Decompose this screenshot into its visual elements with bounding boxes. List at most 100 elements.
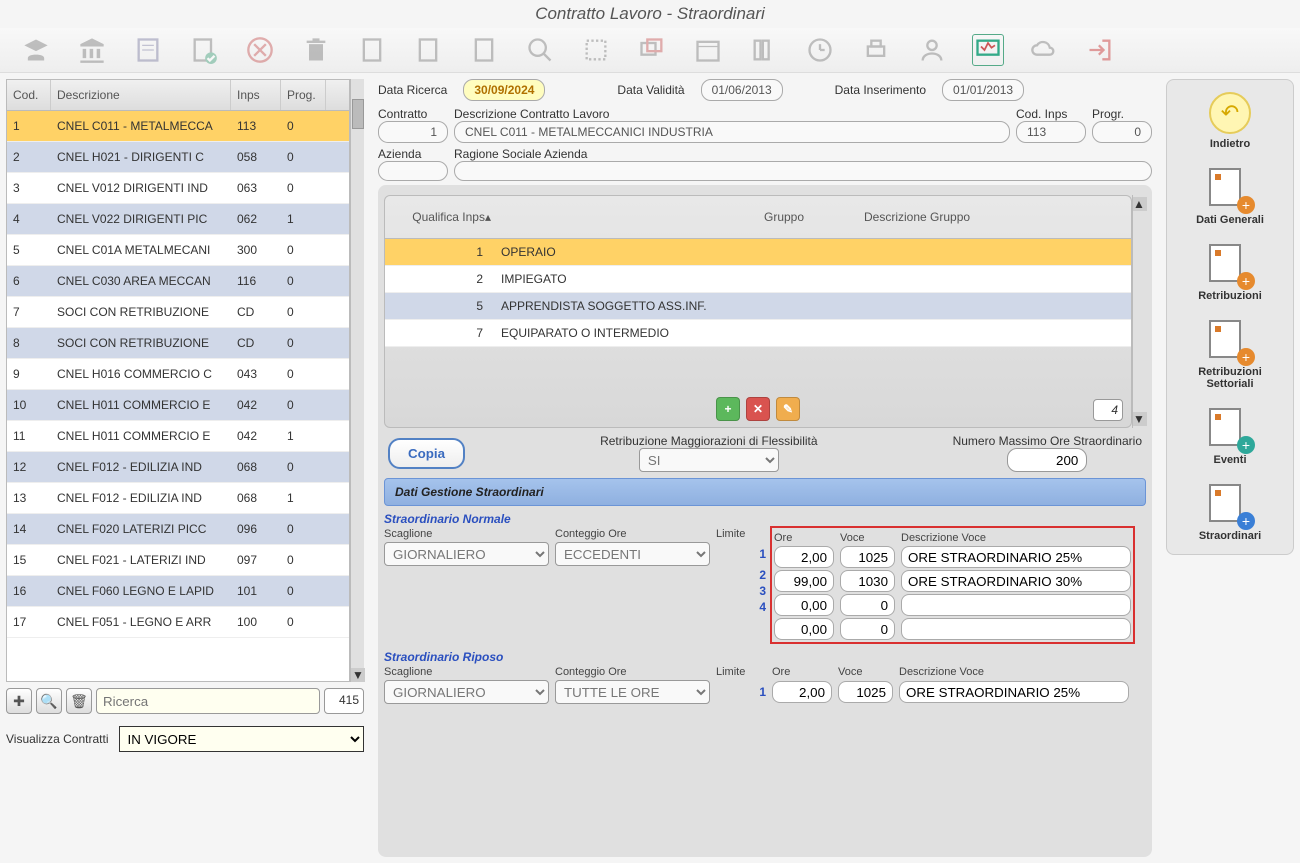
table-row[interactable]: 10CNEL H011 COMMERCIO E0420 — [7, 390, 349, 421]
voce-input-3[interactable] — [840, 594, 895, 616]
ore-input-4[interactable] — [774, 618, 834, 640]
table-row[interactable]: 4CNEL V022 DIRIGENTI PIC0621 — [7, 204, 349, 235]
table-row[interactable]: 7SOCI CON RETRIBUZIONECD0 — [7, 297, 349, 328]
max-ore-input[interactable] — [1007, 448, 1087, 472]
calendar-icon[interactable] — [692, 34, 724, 66]
table-row[interactable]: 2CNEL H021 - DIRIGENTI C0580 — [7, 142, 349, 173]
windows-icon[interactable] — [636, 34, 668, 66]
table-row[interactable]: 6CNEL C030 AREA MECCAN1160 — [7, 266, 349, 297]
doc2-icon[interactable] — [412, 34, 444, 66]
limite-4: 4 — [716, 600, 766, 614]
search-input[interactable] — [96, 688, 320, 714]
check-doc-icon[interactable] — [188, 34, 220, 66]
limite-2: 2 — [716, 568, 766, 582]
qual-row[interactable]: 1OPERAIO — [385, 239, 1131, 266]
col-prog[interactable]: Prog. — [281, 80, 326, 110]
voce-input-2[interactable] — [840, 570, 895, 592]
nav-retribuzioni-settoriali[interactable]: + RetribuzioniSettoriali — [1198, 320, 1262, 390]
table-row[interactable]: 15CNEL F021 - LATERIZI IND0970 — [7, 545, 349, 576]
desc-voce-input-1[interactable] — [901, 546, 1131, 568]
col-inps[interactable]: Inps — [231, 80, 281, 110]
nav-straordinari[interactable]: + Straordinari — [1199, 484, 1261, 542]
viz-select[interactable]: IN VIGORE — [119, 726, 365, 752]
printer-icon[interactable] — [860, 34, 892, 66]
table-row[interactable]: 5CNEL C01A METALMECANI3000 — [7, 235, 349, 266]
rip-desc-1[interactable] — [899, 681, 1129, 703]
table-row[interactable]: 8SOCI CON RETRIBUZIONECD0 — [7, 328, 349, 359]
scrollbar[interactable]: ▼ — [350, 79, 364, 682]
nav-back[interactable]: ↶ Indietro — [1209, 92, 1251, 150]
clock-icon[interactable] — [804, 34, 836, 66]
cloud-icon[interactable] — [1028, 34, 1060, 66]
scaglione-select[interactable]: GIORNALIERO — [384, 542, 549, 566]
progr-label: Progr. — [1092, 107, 1152, 121]
contratto-label: Contratto — [378, 107, 448, 121]
table-row[interactable]: 9CNEL H016 COMMERCIO C0430 — [7, 359, 349, 390]
conteggio-select[interactable]: ECCEDENTI — [555, 542, 710, 566]
qual-row[interactable]: 5APPRENDISTA SOGGETTO ASS.INF. — [385, 293, 1131, 320]
qual-scrollbar[interactable]: ▲ ▼ — [1132, 195, 1146, 428]
desc-contratto-label: Descrizione Contratto Lavoro — [454, 107, 1010, 121]
doc1-icon[interactable] — [356, 34, 388, 66]
desc-voce-input-3[interactable] — [901, 594, 1131, 616]
table-row[interactable]: 17CNEL F051 - LEGNO E ARR1000 — [7, 607, 349, 638]
conteggio-rip-select[interactable]: TUTTE LE ORE — [555, 680, 710, 704]
table-row[interactable]: 13CNEL F012 - EDILIZIA IND0681 — [7, 483, 349, 514]
remove-row-button[interactable]: ✕ — [746, 397, 770, 421]
contratto-num: 1 — [378, 121, 448, 143]
nav-eventi[interactable]: + Eventi — [1209, 408, 1251, 466]
ore-input-2[interactable] — [774, 570, 834, 592]
ore-input-3[interactable] — [774, 594, 834, 616]
add-row-button[interactable]: + — [716, 397, 740, 421]
group-icon[interactable] — [580, 34, 612, 66]
desc-contratto-field: CNEL C011 - METALMECCANICI INDUSTRIA — [454, 121, 1010, 143]
col-cod[interactable]: Cod. — [7, 80, 51, 110]
add-button[interactable]: ✚ — [6, 688, 32, 714]
col-desc-gruppo[interactable]: Descrizione Gruppo — [858, 204, 1123, 230]
bank-icon[interactable] — [76, 34, 108, 66]
page-title: Contratto Lavoro - Straordinari — [0, 0, 1300, 28]
scaglione-rip-select[interactable]: GIORNALIERO — [384, 680, 549, 704]
desc-voce-input-4[interactable] — [901, 618, 1131, 640]
table-row[interactable]: 3CNEL V012 DIRIGENTI IND0630 — [7, 173, 349, 204]
col-gruppo[interactable]: Gruppo — [758, 204, 858, 230]
ragione-label: Ragione Sociale Azienda — [454, 147, 1152, 161]
table-row[interactable]: 1CNEL C011 - METALMECCA1130 — [7, 111, 349, 142]
rip-ore-1[interactable] — [772, 681, 832, 703]
table-row[interactable]: 12CNEL F012 - EDILIZIA IND0680 — [7, 452, 349, 483]
doc3-icon[interactable] — [468, 34, 500, 66]
table-row[interactable]: 16CNEL F060 LEGNO E LAPID1010 — [7, 576, 349, 607]
qual-row[interactable]: 2IMPIEGATO — [385, 266, 1131, 293]
qual-row[interactable]: 7EQUIPARATO O INTERMEDIO — [385, 320, 1131, 347]
str-riposo-title: Straordinario Riposo — [384, 650, 1146, 664]
student-icon[interactable] — [20, 34, 52, 66]
plus-badge-icon: + — [1237, 436, 1255, 454]
copy-button[interactable]: Copia — [388, 438, 465, 469]
rip-voce-1[interactable] — [838, 681, 893, 703]
table-row[interactable]: 14CNEL F020 LATERIZI PICC0960 — [7, 514, 349, 545]
data-ricerca-field[interactable]: 30/09/2024 — [463, 79, 545, 101]
trash-icon[interactable] — [300, 34, 332, 66]
limite-1: 1 — [716, 547, 766, 561]
nav-dati-generali[interactable]: + Dati Generali — [1196, 168, 1264, 226]
nav-retribuzioni[interactable]: + Retribuzioni — [1198, 244, 1262, 302]
desc-voce-input-2[interactable] — [901, 570, 1131, 592]
delete-button[interactable]: 🗑 — [66, 688, 92, 714]
edit-row-button[interactable]: ✎ — [776, 397, 800, 421]
voce-input-4[interactable] — [840, 618, 895, 640]
voce-input-1[interactable] — [840, 546, 895, 568]
exit-icon[interactable] — [1084, 34, 1116, 66]
books-icon[interactable] — [748, 34, 780, 66]
document-icon[interactable] — [132, 34, 164, 66]
monitor-icon[interactable] — [972, 34, 1004, 66]
max-ore-label: Numero Massimo Ore Straordinario — [953, 434, 1142, 448]
search-button[interactable]: 🔍 — [36, 688, 62, 714]
cancel-icon[interactable] — [244, 34, 276, 66]
col-desc[interactable]: Descrizione — [51, 80, 231, 110]
col-qualifica[interactable]: Qualifica Inps▴ — [393, 204, 503, 230]
retr-magg-select[interactable]: SI — [639, 448, 779, 472]
person-icon[interactable] — [916, 34, 948, 66]
ore-input-1[interactable] — [774, 546, 834, 568]
zoom-icon[interactable] — [524, 34, 556, 66]
table-row[interactable]: 11CNEL H011 COMMERCIO E0421 — [7, 421, 349, 452]
